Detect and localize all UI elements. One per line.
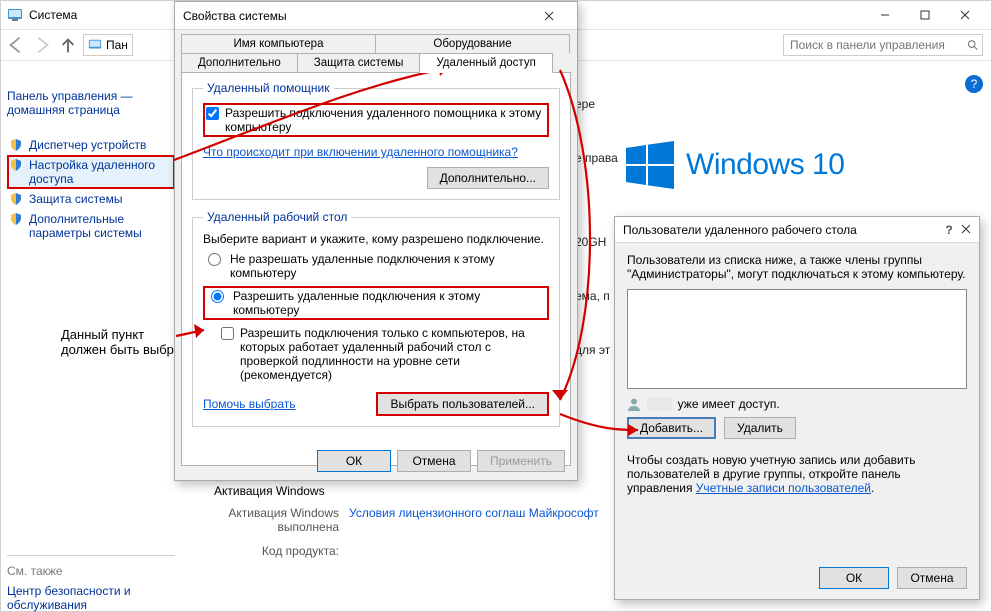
- dialog-title: Свойства системы: [183, 9, 529, 23]
- remote-desktop-group: Удаленный рабочий стол Выберите вариант …: [192, 210, 560, 427]
- sidebar-item-advanced[interactable]: Дополнительные параметры системы: [7, 209, 175, 243]
- activation-heading: Активация Windows: [214, 484, 599, 498]
- dialog-titlebar: Пользователи удаленного рабочего стола ?: [615, 217, 979, 243]
- maximize-button[interactable]: [905, 1, 945, 29]
- dialog-footer-buttons: ОК Отмена: [819, 567, 967, 589]
- add-button[interactable]: Добавить...: [627, 417, 716, 439]
- already-text: уже имеет доступ.: [678, 397, 780, 411]
- help-button[interactable]: ?: [937, 223, 961, 237]
- user-listbox[interactable]: [627, 289, 967, 389]
- radio-label: Разрешить удаленные подключения к этому …: [233, 289, 546, 317]
- cancel-button[interactable]: Отмена: [897, 567, 967, 589]
- minimize-button[interactable]: [865, 1, 905, 29]
- cancel-button[interactable]: Отмена: [397, 450, 471, 472]
- forward-button[interactable]: [31, 34, 53, 56]
- sidebar-item-label: Дополнительные параметры системы: [29, 212, 173, 240]
- apply-button[interactable]: Применить: [477, 450, 565, 472]
- radio-disallow-row: Не разрешать удаленные подключения к это…: [203, 252, 549, 280]
- sidebar-item-label: Настройка удаленного доступа: [29, 158, 173, 186]
- shield-icon: [9, 158, 23, 172]
- search-icon: [967, 39, 978, 51]
- breadcrumb-text: Пан: [106, 38, 128, 52]
- windows10-logo: Windows 10: [626, 141, 844, 189]
- help-choose-link[interactable]: Помочь выбрать: [203, 397, 296, 411]
- close-button[interactable]: [961, 223, 971, 237]
- tab-strip: Имя компьютера Оборудование Дополнительн…: [175, 30, 577, 72]
- allow-assist-checkbox[interactable]: [206, 107, 219, 120]
- dialog-title: Пользователи удаленного рабочего стола: [623, 223, 937, 237]
- assist-advanced-button[interactable]: Дополнительно...: [427, 167, 549, 189]
- group-description: Выберите вариант и укажите, кому разреше…: [203, 232, 549, 246]
- sidebar-item-label: Защита системы: [29, 192, 122, 206]
- tab-body: Удаленный помощник Разрешить подключения…: [181, 72, 571, 466]
- sidebar-item-label: Диспетчер устройств: [29, 138, 146, 152]
- remote-assistance-group: Удаленный помощник Разрешить подключения…: [192, 81, 560, 200]
- system-icon: [88, 38, 102, 52]
- tab-hardware[interactable]: Оборудование: [375, 34, 570, 53]
- sidebar-home-link[interactable]: Панель управления — домашняя страница: [7, 89, 175, 117]
- shield-icon: [9, 192, 23, 206]
- product-code-label: Код продукта:: [211, 544, 339, 558]
- user-icon: [627, 397, 641, 411]
- radio-allow[interactable]: [211, 290, 224, 303]
- radio-disallow[interactable]: [208, 253, 221, 266]
- tab-computer-name[interactable]: Имя компьютера: [181, 34, 376, 53]
- see-also-link[interactable]: Центр безопасности и обслуживания: [7, 584, 175, 612]
- tab-remote[interactable]: Удаленный доступ: [419, 53, 552, 73]
- tab-system-protection[interactable]: Защита системы: [297, 53, 421, 72]
- nla-checkbox-row: Разрешить подключения только с компьютер…: [221, 326, 549, 382]
- sidebar-item-remote-settings[interactable]: Настройка удаленного доступа: [7, 155, 175, 189]
- annotation-text: Данный пункт должен быть выбран!: [61, 327, 192, 357]
- group-title: Удаленный помощник: [203, 81, 334, 95]
- assist-info-link[interactable]: Что происходит при включении удаленного …: [203, 145, 518, 159]
- activation-status: Активация Windows выполнена: [211, 506, 339, 534]
- help-icon[interactable]: ?: [965, 75, 983, 93]
- nla-label: Разрешить подключения только с компьютер…: [240, 326, 549, 382]
- search-box[interactable]: [783, 34, 983, 56]
- dialog-description: Пользователи из списка ниже, а также чле…: [627, 253, 967, 281]
- license-link[interactable]: Условия лицензионного соглаш Майкрософт: [349, 506, 599, 534]
- back-button[interactable]: [5, 34, 27, 56]
- user-accounts-link[interactable]: Учетные записи пользователей: [696, 481, 871, 495]
- system-icon: [7, 7, 23, 23]
- windows-icon: [626, 141, 674, 189]
- sidebar-item-system-protection[interactable]: Защита системы: [7, 189, 175, 209]
- system-properties-dialog: Свойства системы Имя компьютера Оборудов…: [174, 1, 578, 481]
- already-access-row: уже имеет доступ.: [627, 397, 967, 411]
- dialog-body: Пользователи из списка ниже, а также чле…: [615, 243, 979, 505]
- remote-users-dialog: Пользователи удаленного рабочего стола ?…: [614, 216, 980, 600]
- nla-checkbox[interactable]: [221, 327, 234, 340]
- list-buttons: Добавить... Удалить: [627, 417, 967, 439]
- dialog-titlebar: Свойства системы: [175, 2, 577, 30]
- up-button[interactable]: [57, 34, 79, 56]
- search-input[interactable]: [788, 37, 967, 53]
- breadcrumb[interactable]: Пан: [83, 34, 133, 56]
- shield-icon: [9, 212, 23, 226]
- tab-advanced[interactable]: Дополнительно: [181, 53, 298, 72]
- ok-button[interactable]: ОК: [819, 567, 889, 589]
- activation-block: Активация Windows Активация Windows выпо…: [211, 484, 599, 568]
- dialog-buttons: ОК Отмена Применить: [317, 450, 565, 472]
- see-also-label: См. также: [7, 564, 175, 578]
- window-title: Система: [29, 8, 77, 22]
- group-title: Удаленный рабочий стол: [203, 210, 351, 224]
- remove-button[interactable]: Удалить: [724, 417, 796, 439]
- windows10-text: Windows 10: [686, 148, 844, 182]
- close-button[interactable]: [945, 1, 985, 29]
- ok-button[interactable]: ОК: [317, 450, 391, 472]
- select-users-button[interactable]: Выбрать пользователей...: [376, 392, 549, 416]
- note-text: Чтобы создать новую учетную запись или д…: [627, 453, 967, 495]
- allow-assist-checkbox-row: Разрешить подключения удаленного помощни…: [203, 103, 549, 137]
- sidebar-item-device-manager[interactable]: Диспетчер устройств: [7, 135, 175, 155]
- radio-label: Не разрешать удаленные подключения к это…: [230, 252, 549, 280]
- close-button[interactable]: [529, 3, 569, 29]
- sidebar-footer: См. также Центр безопасности и обслужива…: [7, 541, 175, 612]
- allow-assist-label: Разрешить подключения удаленного помощни…: [225, 106, 546, 134]
- background-text: ере е права 20GH ема, п для эт: [575, 97, 618, 397]
- shield-icon: [9, 138, 23, 152]
- radio-allow-row: Разрешить удаленные подключения к этому …: [203, 286, 549, 320]
- sidebar: Панель управления — домашняя страница Ди…: [7, 89, 175, 243]
